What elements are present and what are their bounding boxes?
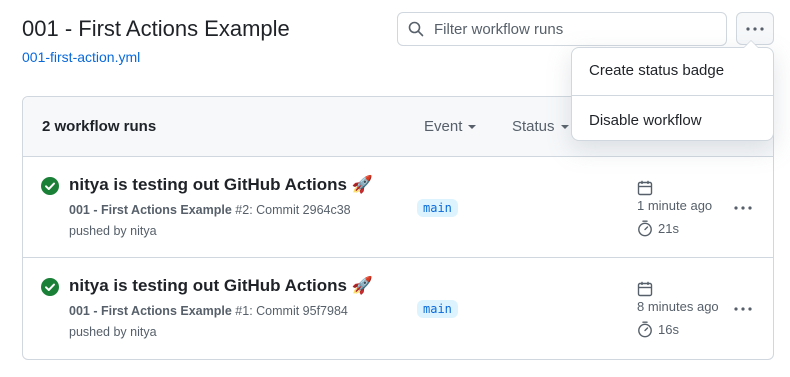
workflow-run-row[interactable]: nitya is testing out GitHub Actions 🚀 00… — [23, 258, 773, 359]
menu-divider — [572, 95, 773, 96]
branch-label[interactable]: main — [417, 199, 458, 217]
stopwatch-icon — [638, 220, 652, 237]
event-filter-label: Event — [424, 118, 463, 135]
branch-label[interactable]: main — [417, 300, 458, 318]
run-commit: : Commit 95f7984 — [249, 304, 348, 318]
menu-item-disable-workflow[interactable]: Disable workflow — [589, 112, 702, 129]
caret-down-icon — [560, 124, 569, 129]
run-time: 8 minutes ago — [637, 299, 719, 314]
run-more-options-button[interactable] — [732, 201, 754, 215]
menu-item-create-status-badge[interactable]: Create status badge — [589, 62, 724, 79]
kebab-horizontal-icon — [746, 26, 764, 31]
run-more-options-button[interactable] — [732, 302, 754, 316]
run-number: #1 — [235, 304, 250, 318]
runs-count: 2 workflow runs — [42, 118, 157, 135]
run-meta: 001 - First Actions Example #2: Commit 2… — [69, 203, 351, 217]
run-time: 1 minute ago — [637, 198, 713, 213]
search-icon — [408, 21, 424, 37]
run-workflow-name: 001 - First Actions Example — [69, 203, 232, 217]
run-duration: 16s — [658, 322, 679, 337]
run-pushed-by: pushed by nitya — [69, 224, 157, 238]
workflow-options-menu: Create status badge Disable workflow — [571, 40, 774, 141]
stopwatch-icon — [638, 321, 652, 338]
workflow-file-link[interactable]: 001-first-action.yml — [22, 49, 140, 65]
filter-runs-input[interactable] — [434, 20, 714, 38]
run-title-link[interactable]: nitya is testing out GitHub Actions 🚀 — [69, 276, 373, 296]
run-number: #2 — [235, 203, 250, 217]
run-title-link[interactable]: nitya is testing out GitHub Actions 🚀 — [69, 175, 373, 195]
status-filter-label: Status — [512, 118, 555, 135]
check-circle-icon — [41, 278, 59, 296]
workflow-run-row[interactable]: nitya is testing out GitHub Actions 🚀 00… — [23, 157, 773, 258]
run-workflow-name: 001 - First Actions Example — [69, 304, 232, 318]
kebab-horizontal-icon — [734, 307, 752, 311]
run-duration: 21s — [658, 221, 679, 236]
check-circle-icon — [41, 177, 59, 195]
calendar-icon — [637, 180, 653, 196]
page-title: 001 - First Actions Example — [22, 16, 290, 41]
calendar-icon — [637, 281, 653, 297]
status-filter-dropdown[interactable]: Status — [512, 118, 569, 135]
filter-runs-field[interactable] — [397, 12, 727, 46]
run-commit: : Commit 2964c38 — [249, 203, 351, 217]
run-meta: 001 - First Actions Example #1: Commit 9… — [69, 304, 348, 318]
kebab-horizontal-icon — [734, 206, 752, 210]
run-pushed-by: pushed by nitya — [69, 325, 157, 339]
caret-down-icon — [468, 124, 477, 129]
event-filter-dropdown[interactable]: Event — [424, 118, 477, 135]
